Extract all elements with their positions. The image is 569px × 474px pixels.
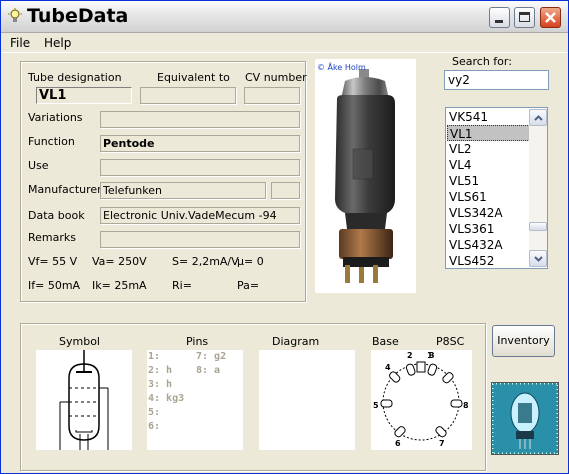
chevron-down-icon	[534, 256, 543, 262]
maximize-icon	[519, 12, 530, 22]
tube-list[interactable]: VK541 VL1 VL2 VL4 VL51 VLS61 VLS342A VLS…	[445, 107, 548, 269]
base-pinout-diagram: 1 2 3 4 5 6 7 8	[373, 351, 469, 448]
symbol-box	[36, 350, 132, 450]
pins-box: 1: 2: h 3: h 4: kg3 5: 6: 7: g2 8: a	[147, 350, 243, 450]
pin-entry: 1:	[148, 351, 161, 362]
function-field[interactable]: Pentode	[100, 135, 300, 152]
use-label: Use	[28, 159, 49, 172]
pin-entry: 2: h	[148, 365, 173, 376]
base-pin-number: 2	[407, 351, 413, 360]
close-icon	[545, 12, 556, 23]
list-item[interactable]: VLS452	[447, 253, 530, 269]
menu-help[interactable]: Help	[44, 36, 71, 50]
pins-label: Pins	[186, 335, 209, 348]
pin-entry: 7: g2	[196, 351, 227, 362]
cv-number-field[interactable]	[244, 87, 300, 104]
scroll-thumb[interactable]	[529, 222, 547, 231]
ik-value: Ik= 25mA	[92, 279, 147, 292]
pentode-symbol-icon	[59, 350, 109, 450]
base-pin-number: 7	[439, 439, 445, 448]
pin-entry: 3: h	[148, 379, 173, 390]
vf-value: Vf= 55 V	[28, 255, 78, 268]
pa-value: Pa=	[237, 279, 260, 292]
minimize-button[interactable]	[489, 7, 510, 28]
menu-file[interactable]: File	[10, 36, 30, 50]
app-window: TubeData File Help Tube designation Equi…	[0, 0, 569, 474]
databook-label: Data book	[28, 209, 85, 222]
vacuum-tube-image	[335, 69, 395, 283]
tube-logo-icon	[492, 383, 558, 454]
base-pin-number: 8	[463, 401, 469, 410]
close-button[interactable]	[540, 7, 561, 28]
base-label: Base	[372, 335, 399, 348]
lightbulb-icon	[8, 8, 22, 22]
inventory-button[interactable]: Inventory	[492, 325, 555, 357]
list-item[interactable]: VL2	[447, 141, 530, 157]
scroll-down-button[interactable]	[529, 250, 547, 267]
manufacturer-field[interactable]: Telefunken	[100, 182, 266, 199]
pin-entry: 6:	[148, 421, 161, 432]
base-pin-number: 5	[373, 401, 379, 410]
diagram-label: Diagram	[272, 335, 320, 348]
variations-field[interactable]	[100, 111, 300, 128]
equivalent-label: Equivalent to	[157, 71, 230, 84]
minimize-icon	[495, 20, 503, 23]
use-field[interactable]	[100, 159, 300, 176]
symbol-label: Symbol	[59, 335, 100, 348]
list-item[interactable]: VK541	[447, 109, 530, 125]
app-logo	[491, 382, 559, 455]
base-pin-number: 6	[395, 439, 401, 448]
pin-entry: 5:	[148, 407, 161, 418]
designation-label: Tube designation	[28, 71, 122, 84]
mu-value: µ= 0	[237, 255, 264, 268]
base-pin-number: 3	[429, 351, 435, 360]
list-item[interactable]: VLS342A	[447, 205, 530, 221]
remarks-label: Remarks	[28, 231, 76, 244]
chevron-up-icon	[534, 115, 543, 121]
scroll-up-button[interactable]	[529, 109, 547, 126]
base-pin-number: 4	[385, 363, 391, 372]
list-item-selected[interactable]: VL1	[447, 125, 530, 141]
ri-value: Ri=	[172, 279, 192, 292]
title-bar[interactable]: TubeData	[1, 1, 568, 33]
cv-number-label: CV number	[245, 71, 307, 84]
pin-entry: 8: a	[196, 365, 221, 376]
designation-field[interactable]: VL1	[36, 87, 132, 104]
va-value: Va= 250V	[92, 255, 147, 268]
s-value: S= 2,2mA/V	[172, 255, 239, 268]
list-item[interactable]: VLS361	[447, 221, 530, 237]
equivalent-field[interactable]	[140, 87, 236, 104]
list-item[interactable]: VLS432A	[447, 237, 530, 253]
function-label: Function	[28, 135, 75, 148]
photo-copyright: © Åke Holm	[317, 63, 366, 72]
list-item[interactable]: VL51	[447, 173, 530, 189]
tube-photo: © Åke Holm	[315, 59, 416, 293]
maximize-button[interactable]	[514, 7, 535, 28]
variations-label: Variations	[28, 111, 83, 124]
base-box: 1 2 3 4 5 6 7 8	[371, 350, 472, 450]
list-scrollbar[interactable]	[529, 109, 547, 267]
base-type-label: P8SC	[436, 335, 465, 348]
window-title: TubeData	[27, 5, 129, 27]
list-item[interactable]: VLS61	[447, 189, 530, 205]
diagram-box	[259, 350, 355, 450]
manufacturer-label: Manufacturer	[28, 183, 102, 196]
pin-entry: 4: kg3	[148, 393, 185, 404]
remarks-field[interactable]	[100, 231, 300, 248]
if-value: If= 50mA	[28, 279, 81, 292]
search-input[interactable]: vy2	[444, 70, 549, 90]
manufacturer-extra-field[interactable]	[271, 182, 300, 199]
search-label: Search for:	[452, 55, 512, 68]
menu-bar: File Help	[2, 33, 567, 53]
databook-field[interactable]: Electronic Univ.VadeMecum -94	[100, 207, 300, 224]
list-item[interactable]: VL4	[447, 157, 530, 173]
